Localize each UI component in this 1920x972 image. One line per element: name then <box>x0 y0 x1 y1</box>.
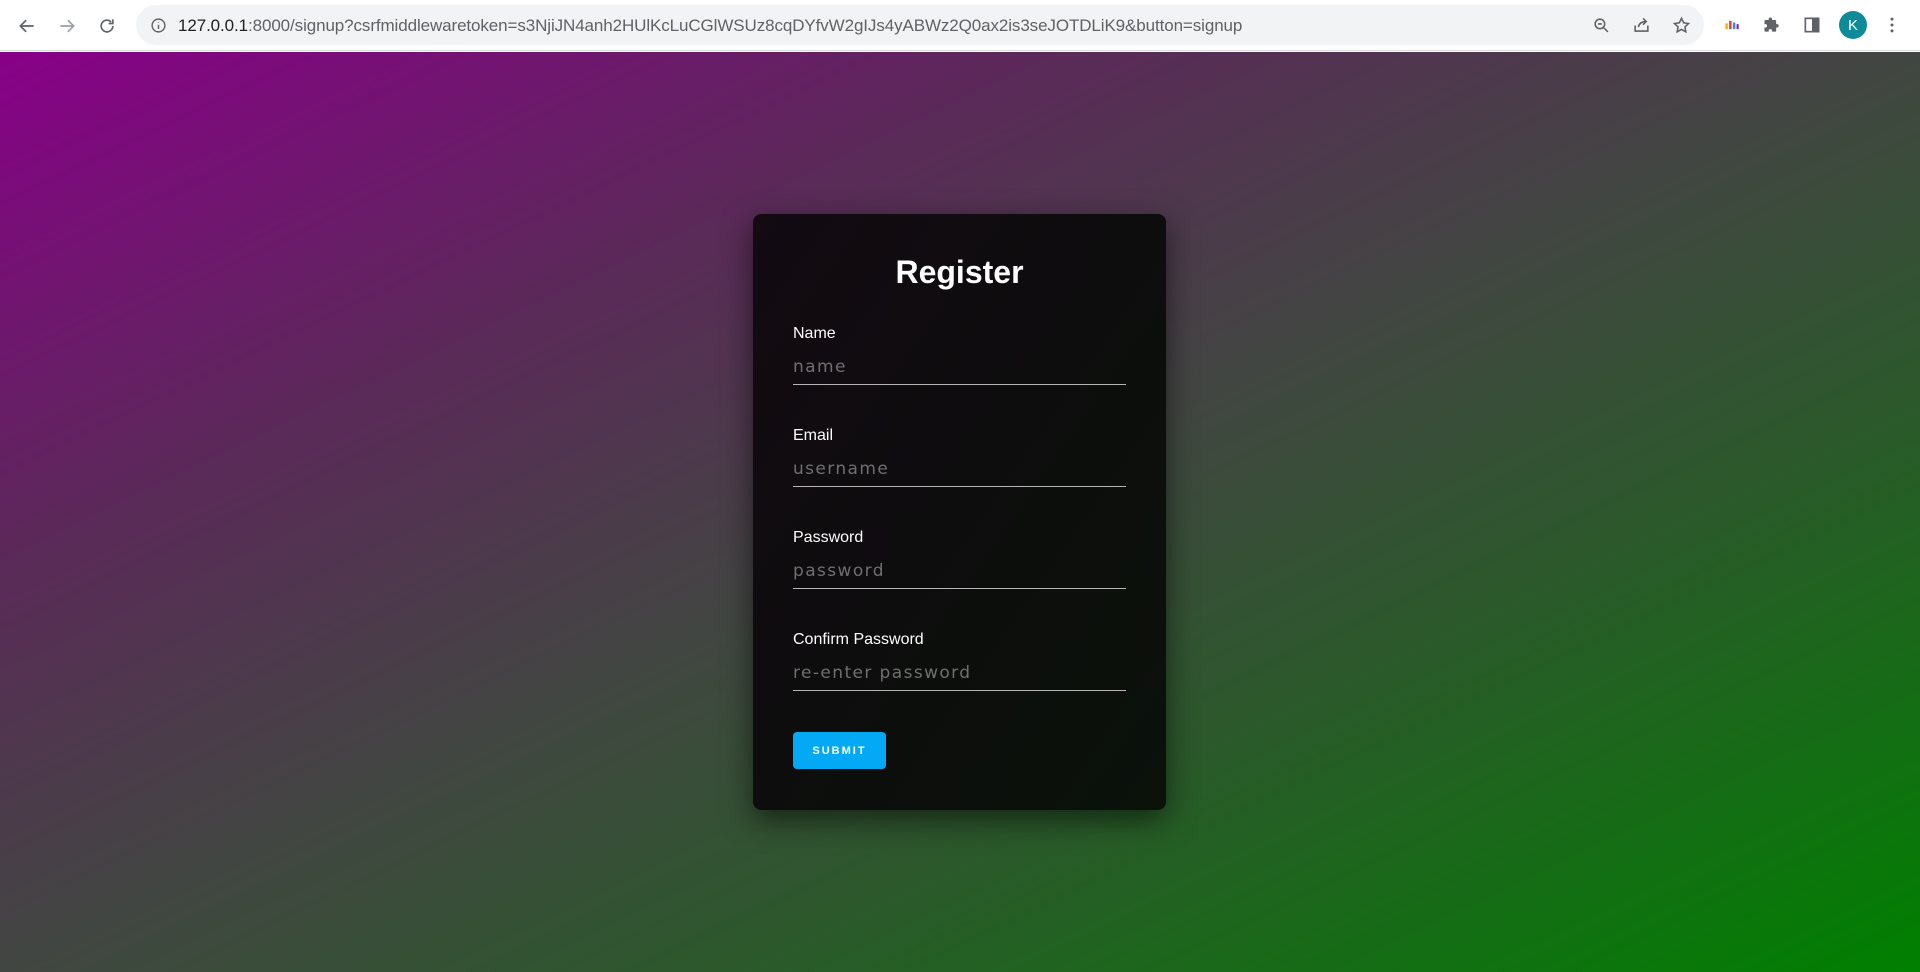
reload-icon[interactable] <box>92 11 122 41</box>
submit-button[interactable]: SUBMIT <box>793 732 886 769</box>
name-label: Name <box>793 325 836 342</box>
page-background: Register Name Email Password Confirm Pas… <box>0 52 1920 972</box>
browser-toolbar: 127.0.0.1:8000/signup?csrfmiddlewaretoke… <box>0 0 1920 51</box>
profile-avatar[interactable]: K <box>1839 11 1867 39</box>
back-icon[interactable] <box>12 11 42 41</box>
more-menu-icon[interactable] <box>1880 13 1904 37</box>
email-input[interactable] <box>793 451 1126 487</box>
zoom-icon[interactable] <box>1590 14 1612 36</box>
share-icon[interactable] <box>1630 14 1652 36</box>
register-title: Register <box>895 254 1024 290</box>
side-panel-icon[interactable] <box>1800 13 1824 37</box>
address-bar[interactable]: 127.0.0.1:8000/signup?csrfmiddlewaretoke… <box>136 5 1704 45</box>
confirm-password-label: Confirm Password <box>793 631 924 648</box>
forward-icon[interactable] <box>52 11 82 41</box>
password-input[interactable] <box>793 553 1126 589</box>
email-label: Email <box>793 427 834 444</box>
password-label: Password <box>793 529 864 546</box>
color-extension-icon[interactable] <box>1720 13 1744 37</box>
extensions-puzzle-icon[interactable] <box>1760 13 1784 37</box>
url-text[interactable]: 127.0.0.1:8000/signup?csrfmiddlewaretoke… <box>178 16 1242 36</box>
url-path: :8000/signup?csrfmiddlewaretoken=s3NjiJN… <box>248 16 1243 35</box>
bookmark-star-icon[interactable] <box>1670 14 1692 36</box>
url-host: 127.0.0.1 <box>178 16 248 35</box>
name-input[interactable] <box>793 349 1126 385</box>
register-card: Register Name Email Password Confirm Pas… <box>753 214 1166 810</box>
site-info-icon[interactable] <box>148 15 168 35</box>
confirm-password-input[interactable] <box>793 655 1126 691</box>
